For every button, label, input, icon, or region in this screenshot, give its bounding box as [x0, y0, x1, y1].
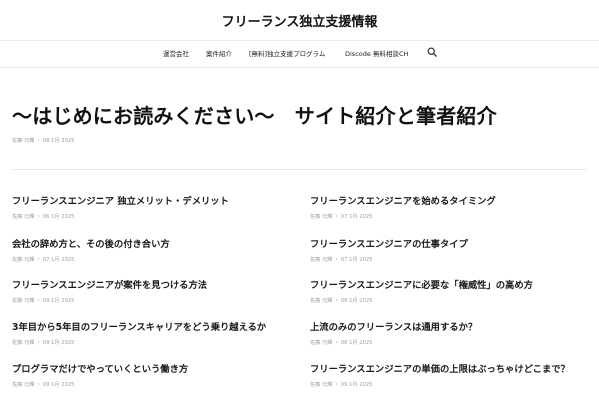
- page-title: 〜はじめにお読みください〜 サイト紹介と筆者紹介: [12, 104, 497, 128]
- post-title[interactable]: 上流のみのフリーランスは通用するか？: [310, 319, 595, 333]
- post-meta: 佐藤 元輝 ・ 09 1月 2025: [12, 382, 75, 388]
- post-meta: 佐藤 元輝 ・ 06 1月 2025: [12, 214, 75, 220]
- search-icon[interactable]: [427, 47, 437, 57]
- post-meta: 佐藤 元輝 ・ 09 1月 2025: [12, 298, 75, 304]
- post-meta: 佐藤 元輝 ・ 07 1月 2025: [12, 257, 75, 263]
- nav-item-program[interactable]: [無料]独立支援プログラム: [249, 48, 325, 58]
- post-meta: 佐藤 元輝 ・ 07 1月 2025: [310, 257, 373, 263]
- post-title[interactable]: プログラマだけでやっていくという働き方: [12, 361, 297, 375]
- post-item: フリーランスエンジニア 独立メリット・デメリット 佐藤 元輝 ・ 06 1月 2…: [12, 193, 297, 220]
- post-meta: 佐藤 元輝 ・ 08 1月 2025: [310, 340, 373, 346]
- nav-item-projects[interactable]: 案件紹介: [206, 48, 232, 58]
- post-meta: 佐藤 元輝 ・ 08 1月 2025: [310, 298, 373, 304]
- nav-item-company[interactable]: 運営会社: [163, 48, 189, 58]
- post-title[interactable]: フリーランスエンジニアに必要な「権威性」の高め方: [310, 277, 595, 291]
- site-header: フリーランス独立支援情報: [0, 0, 599, 41]
- post-title[interactable]: 会社の辞め方と、その後の付き合い方: [12, 236, 297, 250]
- post-item: フリーランスエンジニアの単価の上限はぶっちゃけどこまで？ 佐藤 元輝 ・ 09 …: [310, 361, 595, 388]
- post-title[interactable]: フリーランスエンジニアの単価の上限はぶっちゃけどこまで？: [310, 361, 595, 375]
- post-item: 上流のみのフリーランスは通用するか？ 佐藤 元輝 ・ 08 1月 2025: [310, 319, 595, 346]
- post-item: 3年目から5年目のフリーランスキャリアをどう乗り越えるか 佐藤 元輝 ・ 09 …: [12, 319, 297, 346]
- post-title[interactable]: フリーランスエンジニアを始めるタイミング: [310, 193, 595, 207]
- site-title[interactable]: フリーランス独立支援情報: [0, 11, 599, 30]
- post-item: フリーランスエンジニアの仕事タイプ 佐藤 元輝 ・ 07 1月 2025: [310, 236, 595, 263]
- divider: [12, 169, 586, 170]
- post-item: フリーランスエンジニアに必要な「権威性」の高め方 佐藤 元輝 ・ 08 1月 2…: [310, 277, 595, 304]
- post-item: フリーランスエンジニアを始めるタイミング 佐藤 元輝 ・ 07 1月 2025: [310, 193, 595, 220]
- post-item: フリーランスエンジニアが案件を見つける方法 佐藤 元輝 ・ 09 1月 2025: [12, 277, 297, 304]
- post-title[interactable]: フリーランスエンジニアが案件を見つける方法: [12, 277, 297, 291]
- post-title[interactable]: フリーランスエンジニア 独立メリット・デメリット: [12, 193, 297, 207]
- main-nav: 運営会社 案件紹介 [無料]独立支援プログラム Discode 無料相談CH: [0, 40, 599, 68]
- post-item: 会社の辞め方と、その後の付き合い方 佐藤 元輝 ・ 07 1月 2025: [12, 236, 297, 263]
- post-item: プログラマだけでやっていくという働き方 佐藤 元輝 ・ 09 1月 2025: [12, 361, 297, 388]
- post-meta: 佐藤 元輝 ・ 07 1月 2025: [310, 214, 373, 220]
- post-title[interactable]: 3年目から5年目のフリーランスキャリアをどう乗り越えるか: [12, 319, 297, 333]
- post-meta: 佐藤 元輝 ・ 09 1月 2025: [12, 340, 75, 346]
- post-meta: 佐藤 元輝 ・ 09 1月 2025: [310, 382, 373, 388]
- nav-item-discord[interactable]: Discode 無料相談CH: [345, 48, 408, 58]
- page-meta: 佐藤 元輝 ・ 08 1月 2025: [12, 138, 75, 144]
- post-title[interactable]: フリーランスエンジニアの仕事タイプ: [310, 236, 595, 250]
